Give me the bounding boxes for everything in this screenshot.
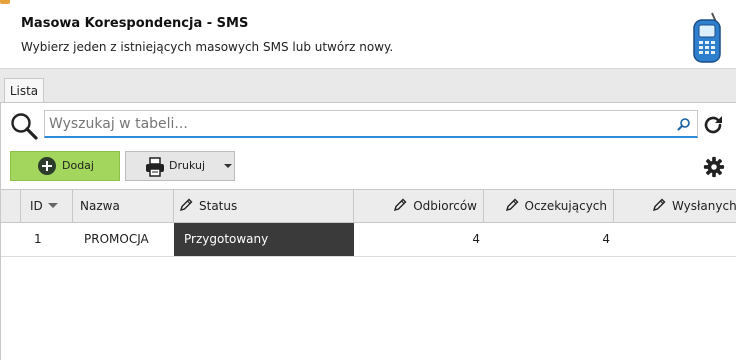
grid-header: ID Nazwa Status Odbiorców Oczekujących W… [1, 189, 736, 223]
column-header-id[interactable]: ID [20, 190, 73, 223]
tab-content: Dodaj Drukuj [0, 102, 736, 360]
cell-name: PROMOCJA [84, 232, 149, 246]
tab-strip: Lista [0, 68, 736, 104]
main-panel: Lista Dodaj [0, 68, 736, 360]
cell-id: 1 [34, 232, 42, 246]
column-header-status[interactable]: Status [174, 190, 354, 223]
column-header-label: Nazwa [80, 199, 120, 213]
cell-status[interactable]: Przygotowany [174, 223, 354, 256]
column-header-pending[interactable]: Oczekujących [484, 190, 614, 223]
add-button-label: Dodaj [62, 159, 94, 172]
pencil-icon [505, 198, 518, 212]
pencil-icon [652, 198, 666, 212]
tab-lista[interactable]: Lista [4, 78, 44, 104]
column-header-recipients[interactable]: Odbiorców [354, 190, 484, 223]
cell-pending: 4 [602, 232, 610, 246]
gear-icon[interactable] [703, 156, 725, 178]
column-header-label: Wysłanych [672, 199, 736, 213]
print-button-label: Drukuj [169, 159, 206, 172]
column-header-label: Oczekujących [524, 199, 608, 213]
search-icon[interactable] [677, 117, 691, 131]
refresh-icon[interactable] [701, 113, 725, 137]
mobile-phone-icon [693, 12, 721, 63]
print-button[interactable]: Drukuj [125, 151, 235, 181]
sort-desc-icon [47, 203, 58, 208]
pencil-icon [179, 198, 193, 212]
printer-icon [146, 157, 164, 177]
column-header-label: Odbiorców [413, 199, 477, 213]
window-titlebar-fragment [0, 0, 130, 6]
dialog-title: Masowa Korespondencja - SMS [21, 16, 249, 31]
toolbar: Dodaj Drukuj [1, 147, 736, 189]
add-button[interactable]: Dodaj [10, 151, 120, 181]
window-icon [0, 0, 10, 4]
magnifier-icon [11, 113, 38, 140]
column-header-label: Status [199, 199, 238, 213]
search-input[interactable] [44, 110, 698, 138]
column-header-name[interactable]: Nazwa [73, 190, 174, 223]
table-row[interactable]: 1 PROMOCJA Przygotowany 4 4 [1, 223, 736, 257]
caret-down-icon[interactable] [224, 164, 232, 168]
column-header-sent[interactable]: Wysłanych [614, 190, 736, 223]
dialog-subtitle: Wybierz jeden z istniejących masowych SM… [21, 40, 394, 54]
pencil-icon [394, 198, 407, 212]
data-grid: ID Nazwa Status Odbiorców Oczekujących W… [1, 189, 736, 360]
column-header-label: ID [30, 199, 43, 213]
plus-circle-icon [38, 157, 56, 175]
dialog-header: Masowa Korespondencja - SMS Wybierz jede… [0, 0, 736, 68]
search-row [1, 103, 736, 147]
cell-recipients: 4 [472, 232, 480, 246]
